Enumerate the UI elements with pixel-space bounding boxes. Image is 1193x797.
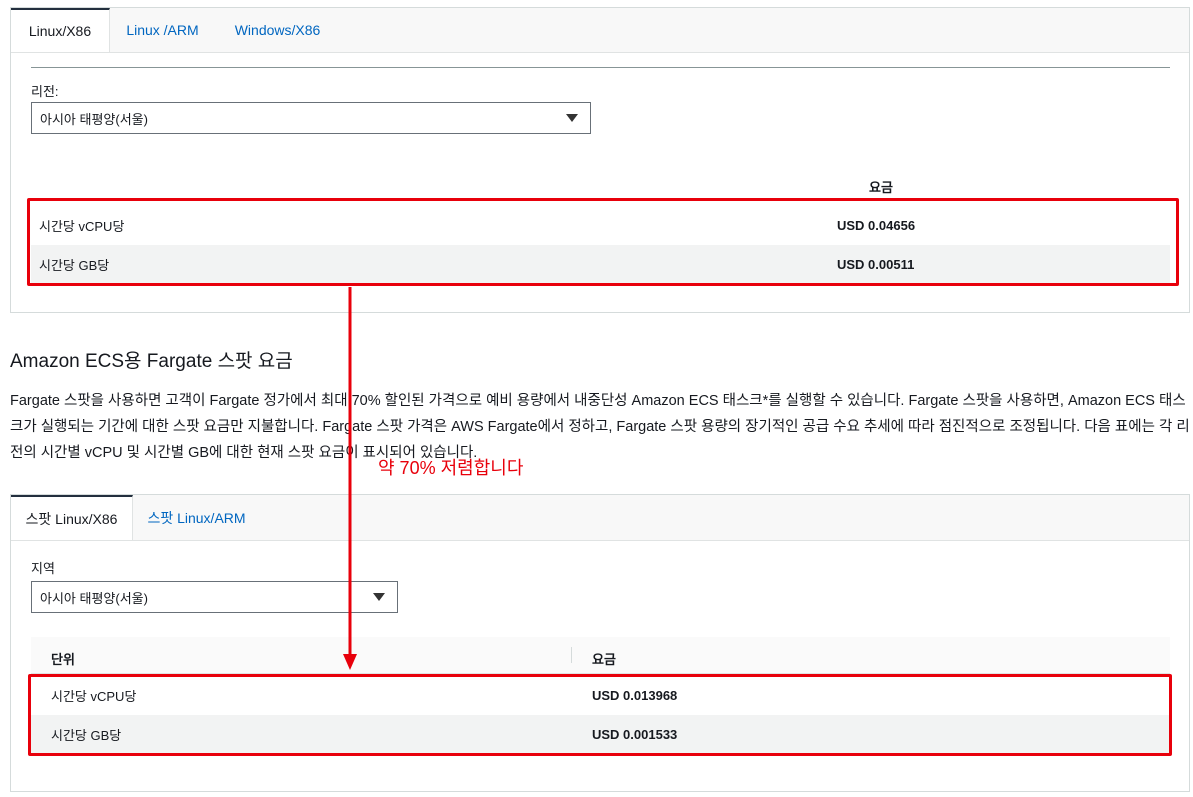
price-cell: USD 0.001533 — [592, 727, 678, 742]
section-paragraph: Fargate 스팟을 사용하면 고객이 Fargate 정가에서 최대 70%… — [10, 393, 1190, 461]
table-row: 시간당 GB당 USD 0.001533 — [31, 715, 1170, 754]
tab-bar: Linux/X86 Linux /ARM Windows/X86 — [11, 8, 1189, 53]
unit-cell: 시간당 GB당 — [51, 728, 122, 743]
unit-cell: 시간당 GB당 — [39, 257, 110, 273]
price-cell: USD 0.013968 — [592, 687, 678, 703]
column-divider — [571, 647, 572, 663]
chevron-down-icon — [566, 114, 578, 122]
tab-bar: 스팟 Linux/X86 스팟 Linux/ARM — [11, 495, 1189, 541]
tab-windows-x86[interactable]: Windows/X86 — [220, 8, 335, 52]
table-header: 단위 요금 — [31, 637, 1170, 674]
region-select-value: 아시아 태평양(서울) — [40, 111, 148, 127]
savings-annotation: 약 70% 저렴합니다 — [378, 458, 524, 478]
unit-column-header: 단위 — [51, 652, 75, 667]
unit-cell: 시간당 vCPU당 — [39, 218, 125, 234]
price-column-header: 요금 — [592, 652, 616, 667]
section-title: Amazon ECS용 Fargate 스팟 요금 — [10, 351, 293, 372]
price-cell: USD 0.00511 — [837, 256, 915, 272]
table-row: 시간당 vCPU당 USD 0.04656 — [31, 205, 1170, 245]
region-label: 리전: — [31, 84, 59, 99]
divider — [31, 67, 1170, 68]
pricing-panel-top: Linux/X86 Linux /ARM Windows/X86 리전: 아시아… — [10, 7, 1190, 313]
region-select[interactable]: 아시아 태평양(서울) — [31, 102, 591, 134]
region-label: 지역 — [31, 561, 55, 576]
tab-spot-linux-arm[interactable]: 스팟 Linux/ARM — [139, 495, 254, 540]
tab-spot-linux-x86[interactable]: 스팟 Linux/X86 — [11, 495, 133, 540]
region-select-value: 아시아 태평양(서울) — [40, 590, 148, 606]
tab-linux-x86[interactable]: Linux/X86 — [11, 8, 110, 52]
pricing-panel-bottom: 스팟 Linux/X86 스팟 Linux/ARM 지역 아시아 태평양(서울)… — [10, 494, 1190, 792]
tab-linux-arm[interactable]: Linux /ARM — [115, 8, 210, 52]
chevron-down-icon — [373, 593, 385, 601]
unit-cell: 시간당 vCPU당 — [51, 688, 137, 704]
table-row: 시간당 vCPU당 USD 0.013968 — [31, 675, 1170, 715]
price-cell: USD 0.04656 — [837, 217, 916, 233]
table-row: 시간당 GB당 USD 0.00511 — [31, 245, 1170, 283]
region-select[interactable]: 아시아 태평양(서울) — [31, 581, 398, 613]
price-column-header: 요금 — [869, 180, 893, 195]
